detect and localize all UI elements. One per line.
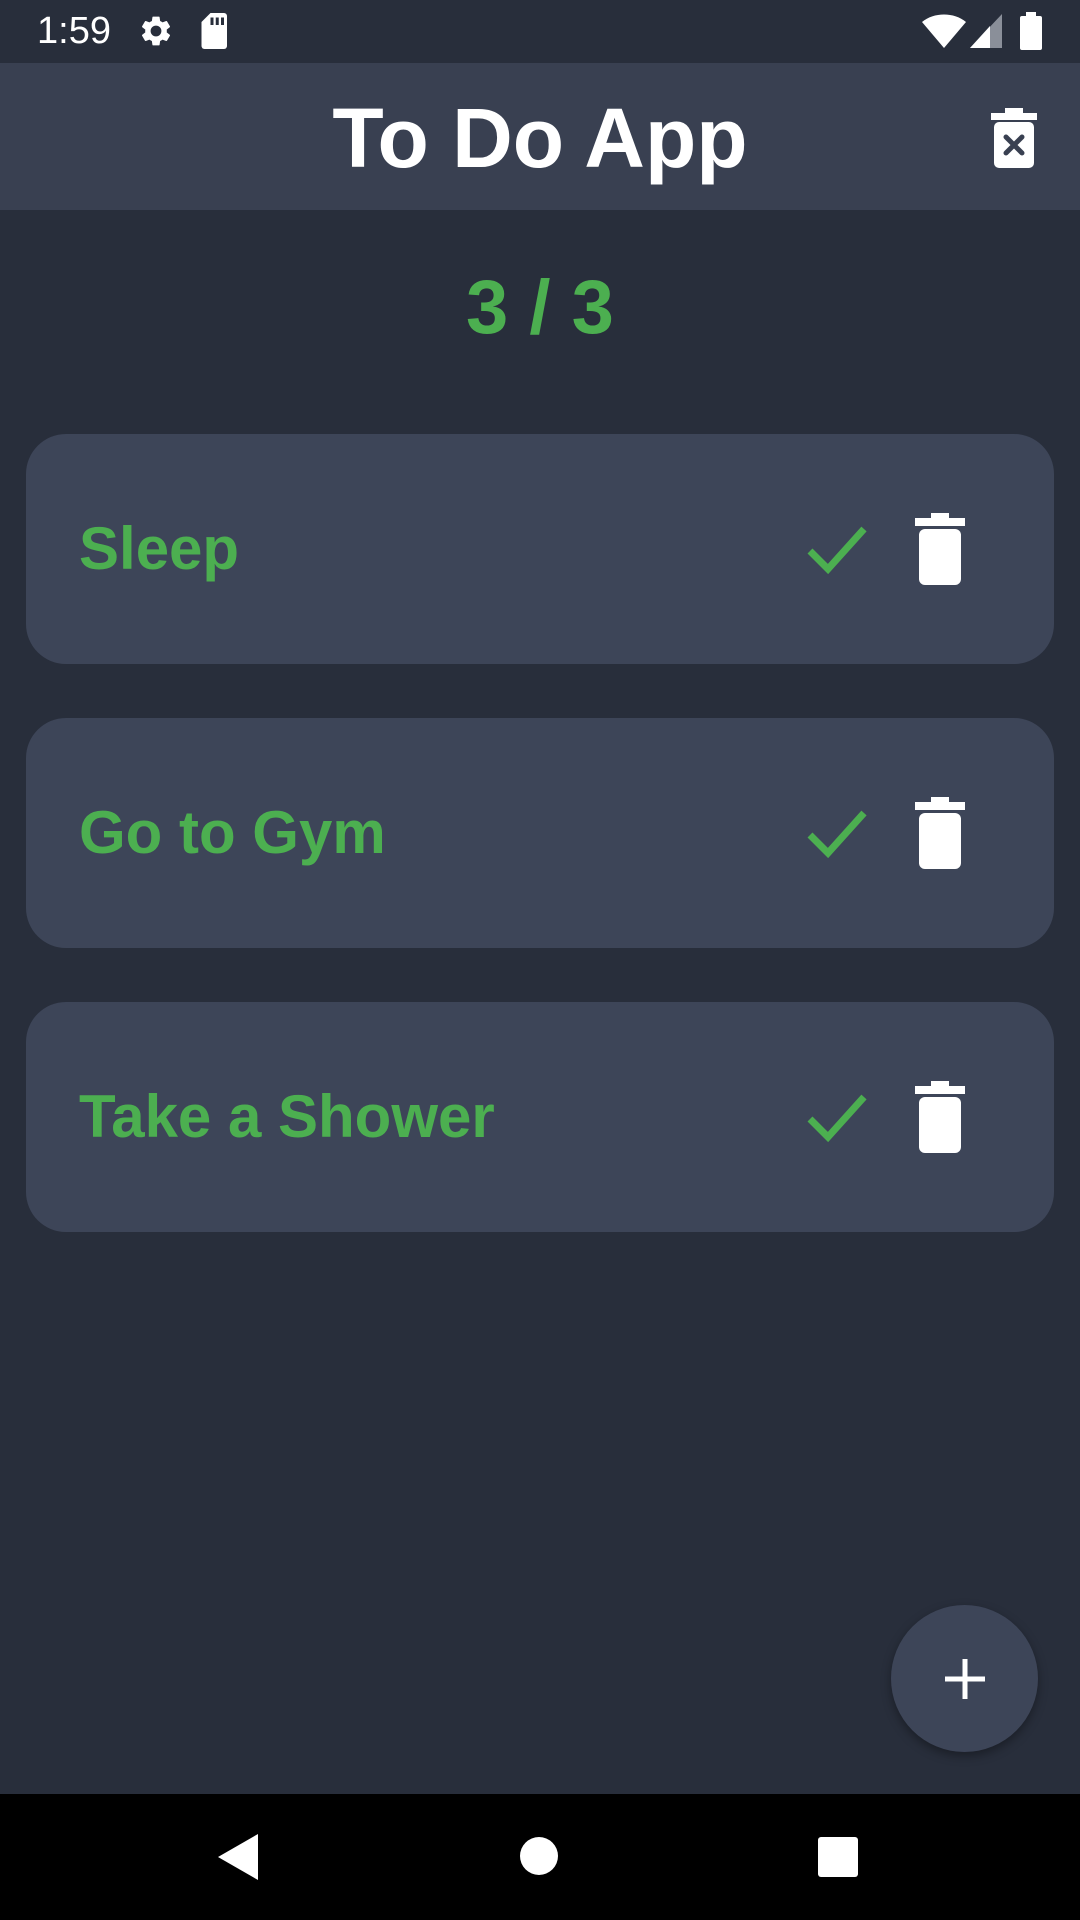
- back-icon[interactable]: [218, 1834, 258, 1880]
- add-task-button[interactable]: [891, 1605, 1038, 1752]
- screen: 1:59 To Do App 3 / 3 Sleep Go to Gym Tak…: [0, 0, 1080, 1920]
- status-bar: 1:59: [0, 0, 1080, 63]
- check-icon[interactable]: [804, 1087, 870, 1147]
- app-title: To Do App: [332, 91, 748, 185]
- task-card[interactable]: Go to Gym: [26, 718, 1054, 948]
- app-bar: To Do App: [0, 63, 1080, 210]
- trash-icon[interactable]: [915, 513, 965, 585]
- sd-card-icon: [200, 13, 230, 54]
- task-card[interactable]: Sleep: [26, 434, 1054, 664]
- trash-icon[interactable]: [915, 797, 965, 869]
- navigation-bar: [0, 1794, 1080, 1920]
- battery-icon: [1020, 12, 1042, 55]
- recents-icon[interactable]: [818, 1837, 858, 1877]
- task-list: Sleep Go to Gym Take a Shower: [26, 434, 1054, 1286]
- trash-icon[interactable]: [915, 1081, 965, 1153]
- check-icon[interactable]: [804, 803, 870, 863]
- plus-icon: [944, 1658, 985, 1699]
- home-icon[interactable]: [520, 1837, 558, 1875]
- task-title: Take a Shower: [79, 1083, 495, 1150]
- settings-icon: [138, 13, 174, 54]
- wifi-icon: [922, 14, 966, 53]
- task-title: Sleep: [79, 515, 240, 582]
- task-counter: 3 / 3: [466, 265, 614, 350]
- check-icon[interactable]: [804, 519, 870, 579]
- clear-all-button[interactable]: [978, 99, 1050, 177]
- task-title: Go to Gym: [79, 799, 386, 866]
- delete-forever-icon: [991, 108, 1037, 168]
- task-card[interactable]: Take a Shower: [26, 1002, 1054, 1232]
- cell-signal-icon: [970, 14, 1002, 53]
- status-time: 1:59: [37, 10, 111, 52]
